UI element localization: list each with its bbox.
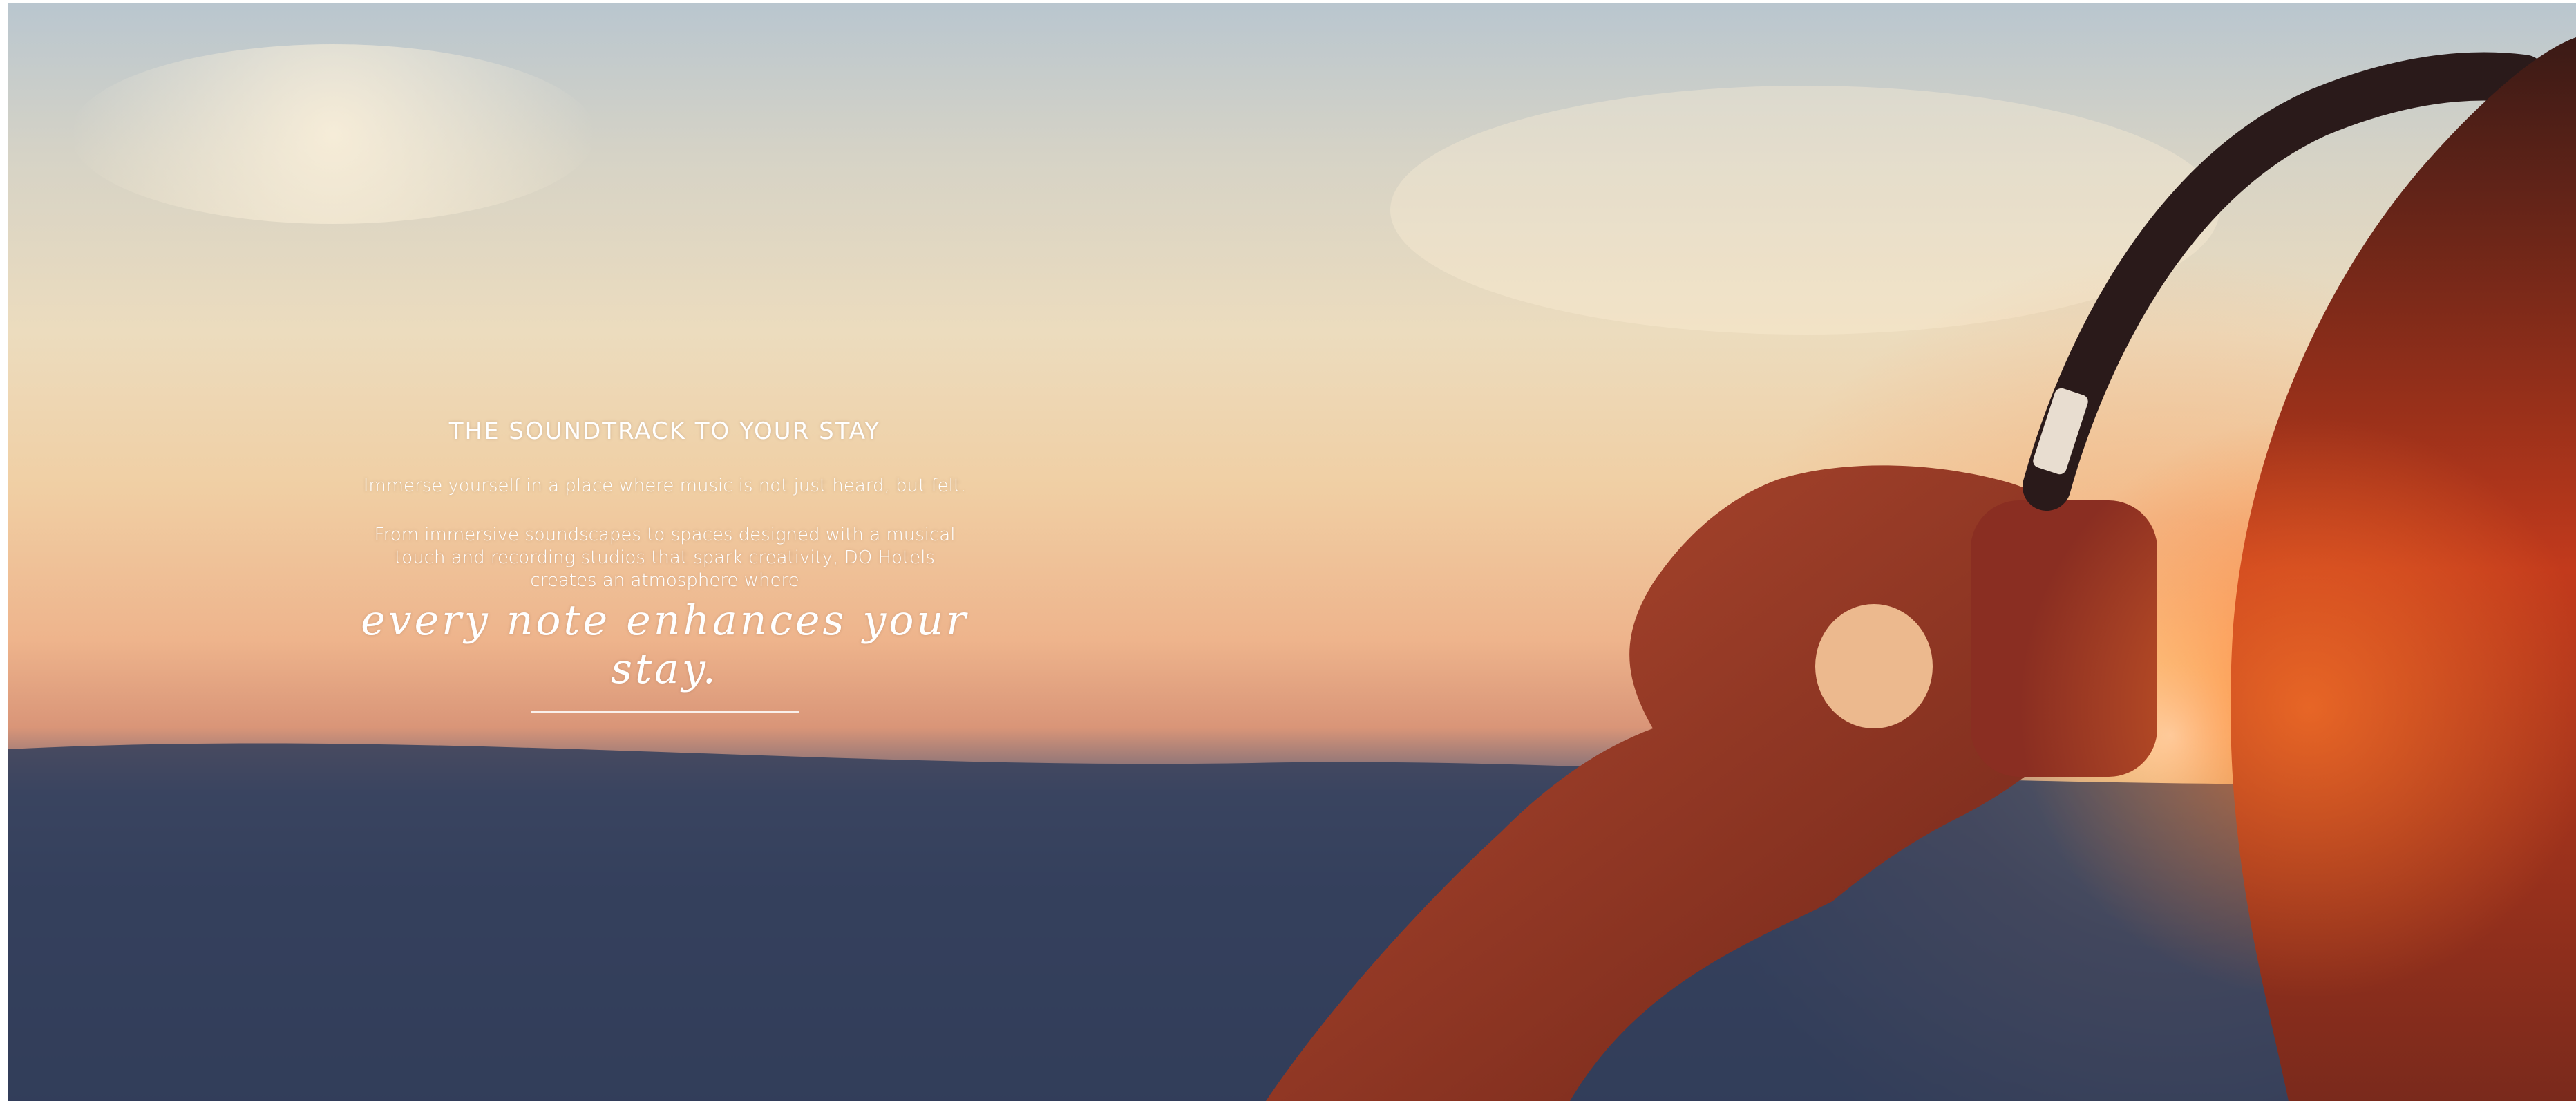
hero-copy: THE SOUNDTRACK TO YOUR STAY Immerse your… (354, 417, 976, 713)
hero-script-tagline: every note enhances your stay. (361, 596, 969, 693)
hero-divider (531, 711, 799, 713)
hero-lead: Immerse yourself in a place where music … (363, 476, 967, 496)
hero-banner: THE SOUNDTRACK TO YOUR STAY Immerse your… (8, 3, 2576, 1101)
hero-title: THE SOUNDTRACK TO YOUR STAY (448, 417, 881, 445)
hero-body: From immersive soundscapes to spaces des… (374, 525, 956, 591)
